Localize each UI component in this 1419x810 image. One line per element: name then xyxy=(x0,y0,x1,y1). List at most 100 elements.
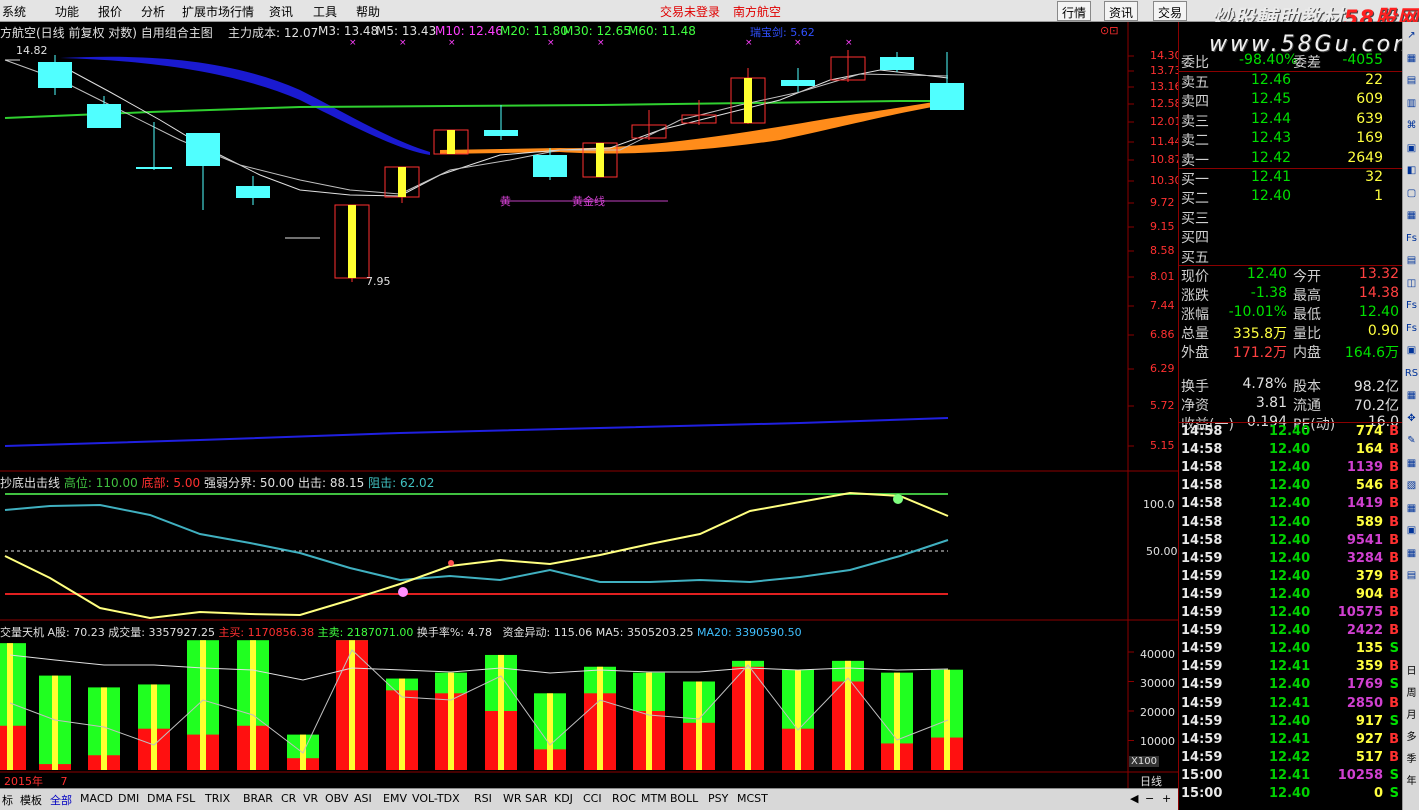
toolbar-icon[interactable]: ▤ xyxy=(1404,75,1419,91)
ma30-value: M30: 12.65 xyxy=(563,24,631,38)
quote-value: 4.78% xyxy=(1242,376,1287,392)
buy-level-row: 买五 xyxy=(1179,247,1403,266)
tick-row: 14:58 12.40 589 B xyxy=(1179,515,1403,533)
toolbar-icon[interactable]: ▢ xyxy=(1404,188,1419,204)
chart-settings-icon[interactable]: ⊙⊡ xyxy=(1100,24,1118,37)
ind2-unit: X100 xyxy=(1129,756,1159,767)
indicator-tab-mcst[interactable]: MCST xyxy=(737,792,768,805)
indicator-tab-rsi[interactable]: RSI xyxy=(474,792,492,805)
tick-row: 14:58 12.40 9541 B xyxy=(1179,533,1403,551)
indicator-tab-asi[interactable]: ASI xyxy=(354,792,372,805)
indicator-tab-dma[interactable]: DMA xyxy=(147,792,173,805)
period-button[interactable]: 月 xyxy=(1404,706,1419,722)
toolbar-icon[interactable]: ▦ xyxy=(1404,548,1419,564)
indicator-tab-brar[interactable]: BRAR xyxy=(243,792,273,805)
indicator-tab-vr[interactable]: VR xyxy=(303,792,318,805)
tick-direction: B xyxy=(1389,623,1399,639)
indicator-tab-roc[interactable]: ROC xyxy=(612,792,636,805)
indicator-tab-emv[interactable]: EMV xyxy=(383,792,407,805)
period-button[interactable]: 年 xyxy=(1404,772,1419,788)
y-axis-label: 10.30 xyxy=(1150,174,1182,187)
toolbar-icon[interactable]: ▦ xyxy=(1404,210,1419,226)
toolbar-icon[interactable]: ▤ xyxy=(1404,255,1419,271)
toolbar-icon[interactable]: ▣ xyxy=(1404,525,1419,541)
scroll-minus-icon[interactable]: − xyxy=(1145,792,1154,805)
tick-price: 12.40 xyxy=(1269,641,1311,657)
indicator-tab-fsl[interactable]: FSL xyxy=(176,792,195,805)
indicator-tab-obv[interactable]: OBV xyxy=(325,792,348,805)
sell-level-price: 12.43 xyxy=(1251,130,1292,147)
tick-volume: 1769 xyxy=(1346,677,1383,693)
period-button[interactable]: 日 xyxy=(1404,662,1419,678)
indicator-tab-全部[interactable]: 全部 xyxy=(50,792,72,808)
y-axis-label: 7.44 xyxy=(1150,299,1175,312)
indicator-tab-psy[interactable]: PSY xyxy=(708,792,728,805)
period-label[interactable]: 日线 xyxy=(1140,773,1162,789)
tick-time: 14:58 xyxy=(1181,442,1223,458)
tick-row: 14:59 12.40 10575 B xyxy=(1179,605,1403,623)
scroll-left-icon[interactable]: ◀ xyxy=(1130,792,1138,805)
ind2-y-40000: 40000 xyxy=(1140,648,1175,661)
period-button[interactable]: 季 xyxy=(1404,750,1419,766)
toolbar-icon[interactable]: Fs xyxy=(1404,300,1419,316)
toolbar-icon[interactable]: ⌘ xyxy=(1404,120,1419,136)
tick-row: 15:00 12.40 0 S xyxy=(1179,786,1403,804)
tick-direction: B xyxy=(1389,514,1399,530)
signal-star: × xyxy=(399,38,407,48)
toolbar-icon[interactable]: ▣ xyxy=(1404,345,1419,361)
toolbar-icon[interactable]: ▤ xyxy=(1404,570,1419,586)
toolbar-icon[interactable]: ▧ xyxy=(1404,480,1419,496)
toolbar-icon[interactable]: ✥ xyxy=(1404,413,1419,429)
toolbar-icon[interactable]: ▦ xyxy=(1404,503,1419,519)
y-axis-label: 13.73 xyxy=(1150,64,1182,77)
buy-level-row: 买一 12.41 32 xyxy=(1179,169,1403,188)
quote-label: 量比 xyxy=(1293,326,1321,342)
toolbar-icon[interactable]: ▦ xyxy=(1404,390,1419,406)
toolbar-icon[interactable]: Fs xyxy=(1404,233,1419,249)
indicator-tab-macd[interactable]: MACD xyxy=(80,792,113,805)
toolbar-icon[interactable]: ✎ xyxy=(1404,435,1419,451)
indicator-tab-sar[interactable]: SAR xyxy=(525,792,547,805)
indicator-tab-模板[interactable]: 模板 xyxy=(20,792,42,808)
toolbar-icon[interactable]: ▥ xyxy=(1404,98,1419,114)
tick-price: 12.40 xyxy=(1269,550,1311,566)
y-axis-label: 12.58 xyxy=(1150,97,1182,110)
toolbar-icon[interactable]: ▣ xyxy=(1404,143,1419,159)
indicator-tab-mtm[interactable]: MTM xyxy=(641,792,667,805)
toolbar-icon[interactable]: ▦ xyxy=(1404,458,1419,474)
tick-time: 14:59 xyxy=(1181,623,1223,639)
toolbar-icon[interactable]: ▦ xyxy=(1404,53,1419,69)
scroll-plus-icon[interactable]: + xyxy=(1162,792,1171,805)
quote-row: 涨幅 -10.01% 最低 12.40 xyxy=(1179,304,1403,323)
indicator-tab-vol-tdx[interactable]: VOL-TDX xyxy=(412,792,460,805)
buy-level-label: 买三 xyxy=(1181,210,1209,227)
period-button[interactable]: 多 xyxy=(1404,728,1419,744)
candle-body xyxy=(880,57,914,70)
toolbar-icon[interactable]: ◫ xyxy=(1404,278,1419,294)
tick-price: 12.40 xyxy=(1269,442,1311,458)
toolbar-icon[interactable]: RS xyxy=(1404,368,1419,384)
indicator-tab-cci[interactable]: CCI xyxy=(583,792,602,805)
indicator-tab-boll[interactable]: BOLL xyxy=(670,792,698,805)
toolbar-icon[interactable]: ↗ xyxy=(1404,30,1419,46)
tick-row: 14:59 12.41 2850 B xyxy=(1179,696,1403,714)
indicator-tab-标[interactable]: 标 xyxy=(2,792,13,808)
volume-bar-mid xyxy=(200,640,206,770)
y-axis-label: 11.44 xyxy=(1150,135,1182,148)
kline-chart-area[interactable]: × × × × × × × × xyxy=(0,0,1178,788)
indicator-tab-cr[interactable]: CR xyxy=(281,792,296,805)
quote-label: 现价 xyxy=(1181,269,1209,285)
indicator-tab-trix[interactable]: TRIX xyxy=(205,792,230,805)
toolbar-icon[interactable]: ◧ xyxy=(1404,165,1419,181)
indicator-tab-kdj[interactable]: KDJ xyxy=(554,792,573,805)
tick-volume: 1419 xyxy=(1346,496,1383,512)
toolbar-icon[interactable]: Fs xyxy=(1404,323,1419,339)
indicator-tab-dmi[interactable]: DMI xyxy=(118,792,139,805)
tick-row: 15:00 12.41 10258 S xyxy=(1179,768,1403,786)
indicator-tab-wr[interactable]: WR xyxy=(503,792,522,805)
tick-price: 12.41 xyxy=(1269,659,1311,675)
y-axis-label: 5.15 xyxy=(1150,439,1175,452)
period-button[interactable]: 周 xyxy=(1404,684,1419,700)
tick-price: 12.40 xyxy=(1269,460,1311,476)
tick-price: 12.40 xyxy=(1269,713,1311,729)
